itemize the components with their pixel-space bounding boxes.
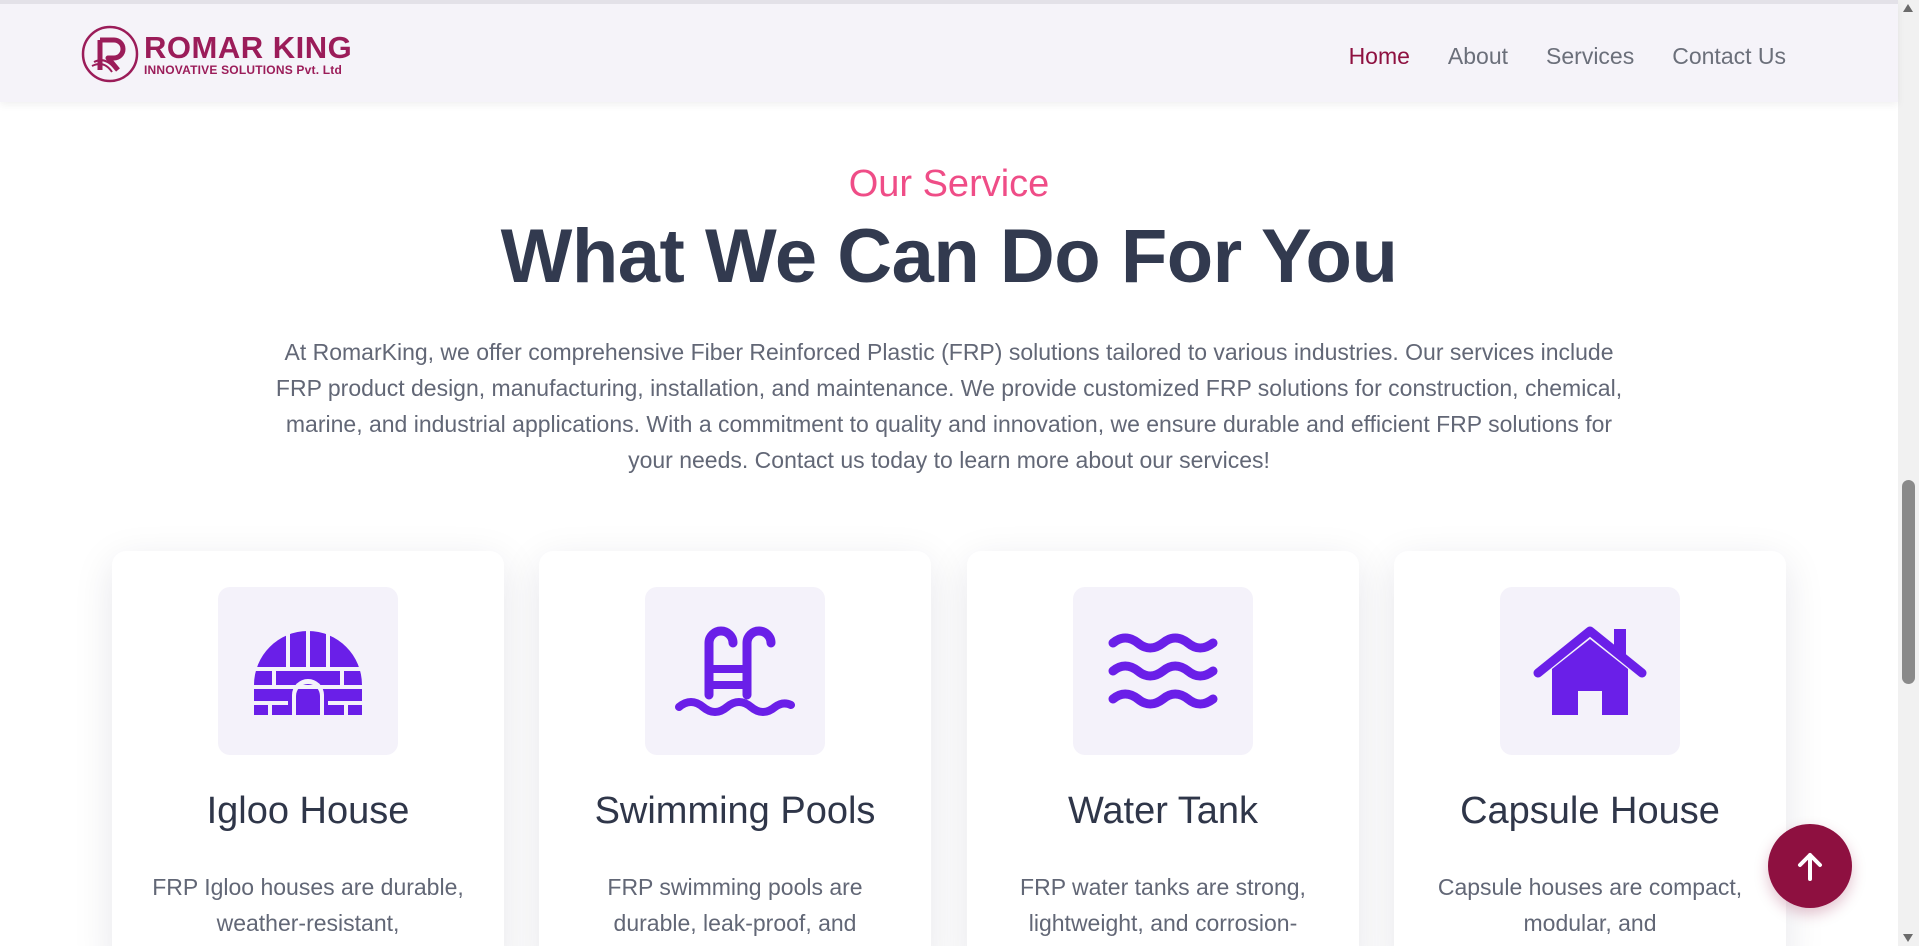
- section-title: What We Can Do For You: [500, 214, 1398, 299]
- section-kicker: Our Service: [848, 163, 1050, 205]
- romar-king-logo-icon: [81, 25, 139, 83]
- service-card-swimming-pools[interactable]: Swimming Pools FRP swimming pools are du…: [539, 551, 931, 946]
- scroll-down-arrow-icon[interactable]: [1903, 934, 1913, 942]
- service-title: Igloo House: [206, 790, 410, 832]
- swimming-pool-icon: [675, 626, 795, 716]
- arrow-up-icon: [1798, 853, 1822, 881]
- service-text: FRP swimming pools are durable, leak-pro…: [607, 874, 863, 936]
- nav-contact-us[interactable]: Contact Us: [1672, 42, 1786, 70]
- site-header: ROMAR KING INNOVATIVE SOLUTIONS Pvt. Ltd…: [0, 0, 1898, 102]
- service-text: FRP water tanks are strong, lightweight,…: [1020, 874, 1306, 936]
- main-nav: Home About Services Contact Us: [1349, 42, 1786, 70]
- brand-name: ROMAR KING: [144, 29, 353, 65]
- nav-home[interactable]: Home: [1349, 42, 1410, 70]
- scroll-up-arrow-icon[interactable]: [1903, 4, 1913, 12]
- service-text: Capsule houses are compact, modular, and: [1437, 874, 1743, 936]
- service-icon-box: [1073, 587, 1253, 755]
- igloo-icon: [254, 629, 362, 715]
- nav-about[interactable]: About: [1448, 42, 1508, 70]
- scroll-thumb[interactable]: [1902, 480, 1915, 684]
- service-card-capsule-house[interactable]: Capsule House Capsule houses are compact…: [1394, 551, 1786, 946]
- service-text: FRP Igloo houses are durable, weather-re…: [152, 874, 464, 936]
- water-icon: [1108, 633, 1218, 709]
- brand-subtitle: INNOVATIVE SOLUTIONS Pvt. Ltd: [144, 62, 343, 77]
- nav-services[interactable]: Services: [1546, 42, 1634, 70]
- service-title: Swimming Pools: [594, 790, 876, 832]
- service-card-water-tank[interactable]: Water Tank FRP water tanks are strong, l…: [967, 551, 1359, 946]
- service-icon-box: [1500, 587, 1680, 755]
- page-scrollbar[interactable]: [1898, 0, 1919, 946]
- service-card-igloo-house[interactable]: Igloo House FRP Igloo houses are durable…: [112, 551, 504, 946]
- service-title: Water Tank: [1067, 790, 1259, 832]
- back-to-top-button[interactable]: [1768, 824, 1852, 908]
- service-icon-box: [645, 587, 825, 755]
- house-icon: [1533, 626, 1647, 715]
- section-description: At RomarKing, we offer comprehensive Fib…: [275, 339, 1623, 473]
- service-icon-box: [218, 587, 398, 755]
- service-title: Capsule House: [1460, 790, 1720, 832]
- brand-logo[interactable]: ROMAR KING INNOVATIVE SOLUTIONS Pvt. Ltd: [80, 24, 352, 84]
